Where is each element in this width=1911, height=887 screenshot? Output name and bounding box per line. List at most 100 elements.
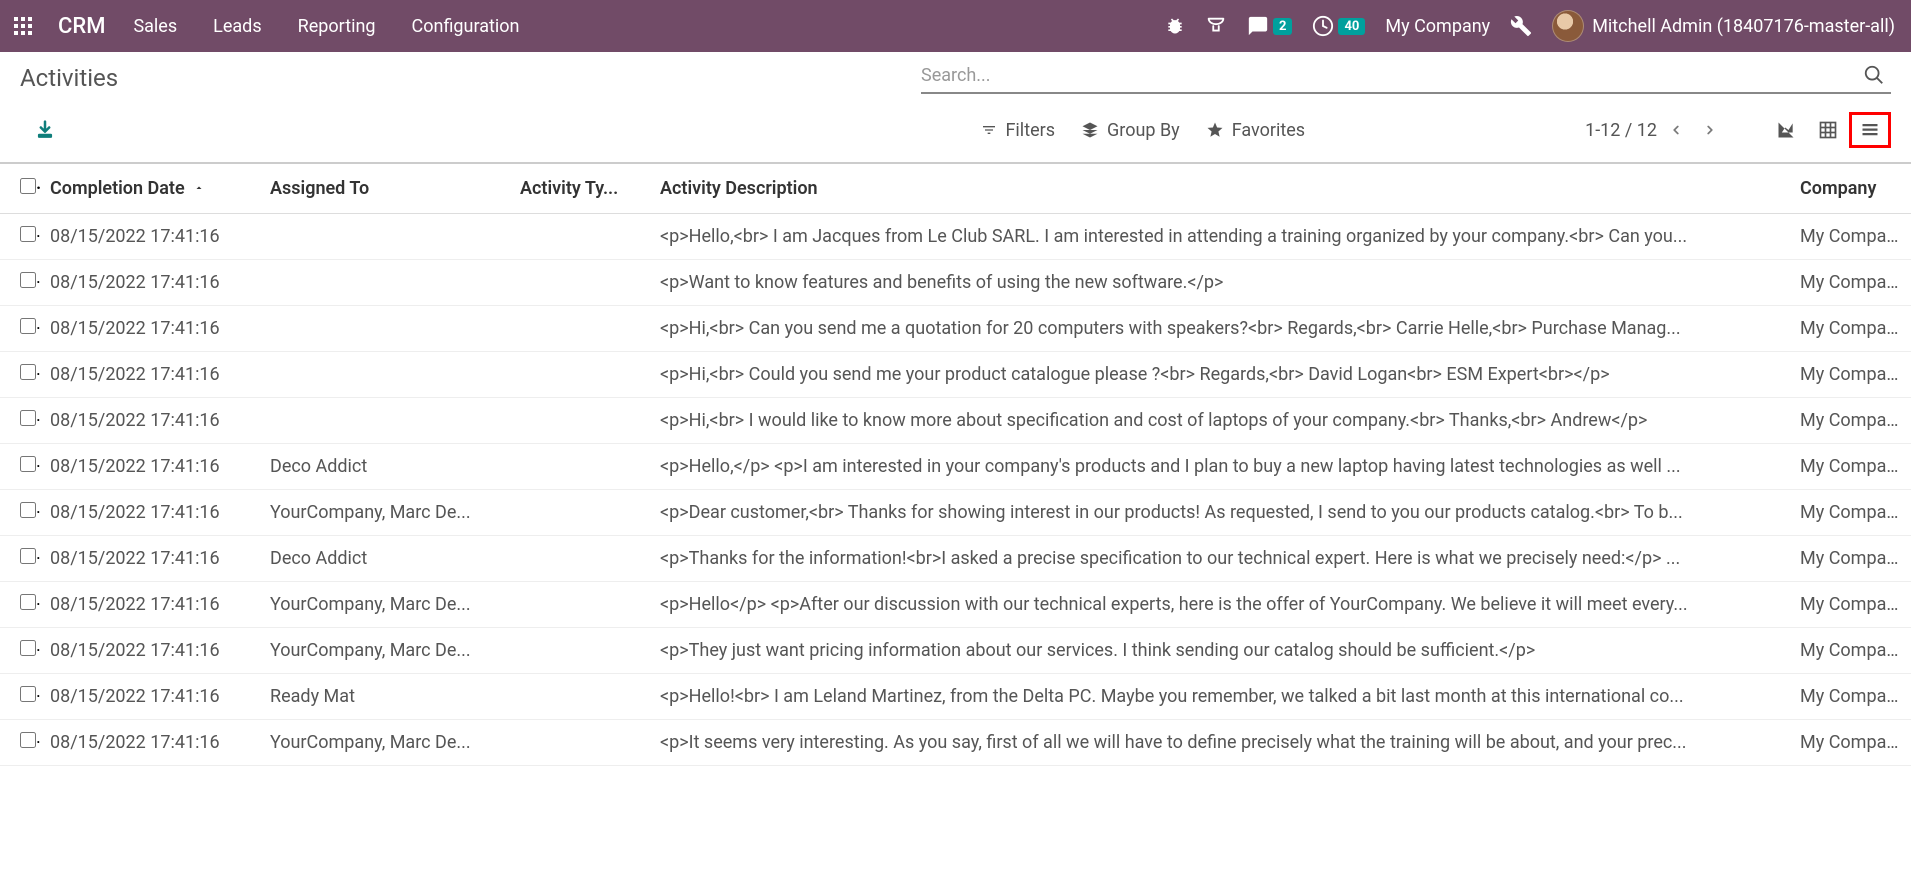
menu-configuration[interactable]: Configuration: [394, 16, 538, 37]
cell-type: [510, 444, 650, 490]
cell-type: [510, 214, 650, 260]
table-row[interactable]: 08/15/2022 17:41:16Deco Addict<p>Thanks …: [0, 536, 1911, 582]
user-name: Mitchell Admin (18407176-master-all): [1592, 16, 1895, 37]
cell-date: 08/15/2022 17:41:16: [40, 214, 260, 260]
view-switcher: [1765, 112, 1891, 148]
cell-company: My Compa...: [1790, 214, 1910, 260]
col-activity-description[interactable]: Activity Description: [650, 163, 1790, 214]
cell-assigned: YourCompany, Marc De...: [260, 720, 510, 766]
cell-company: My Compa...: [1790, 490, 1910, 536]
table-row[interactable]: 08/15/2022 17:41:16YourCompany, Marc De.…: [0, 490, 1911, 536]
menu-leads[interactable]: Leads: [195, 16, 279, 37]
row-checkbox[interactable]: [20, 732, 36, 748]
table-row[interactable]: 08/15/2022 17:41:16YourCompany, Marc De.…: [0, 582, 1911, 628]
cell-desc: <p>It seems very interesting. As you say…: [650, 720, 1790, 766]
cell-assigned: Deco Addict: [260, 536, 510, 582]
cell-assigned: YourCompany, Marc De...: [260, 582, 510, 628]
cell-desc: <p>Hello,</p> <p>I am interested in your…: [650, 444, 1790, 490]
sort-asc-icon: [193, 182, 205, 194]
row-checkbox[interactable]: [20, 226, 36, 242]
row-checkbox[interactable]: [20, 272, 36, 288]
menu-sales[interactable]: Sales: [115, 16, 195, 37]
row-checkbox[interactable]: [20, 686, 36, 702]
apps-icon[interactable]: [6, 9, 40, 43]
row-checkbox[interactable]: [20, 456, 36, 472]
avatar: [1552, 10, 1584, 42]
table-row[interactable]: 08/15/2022 17:41:16<p>Hi,<br> I would li…: [0, 398, 1911, 444]
row-checkbox[interactable]: [20, 594, 36, 610]
row-checkbox[interactable]: [20, 318, 36, 334]
table-header-row: Completion Date Assigned To Activity Ty.…: [0, 163, 1911, 214]
messages-badge: 2: [1273, 18, 1292, 35]
cell-company: My Compa...: [1790, 352, 1910, 398]
cell-desc: <p>They just want pricing information ab…: [650, 628, 1790, 674]
phone-icon[interactable]: [1195, 0, 1237, 52]
pager: 1-12 / 12: [1585, 116, 1725, 144]
row-checkbox[interactable]: [20, 502, 36, 518]
cell-company: My Compa...: [1790, 306, 1910, 352]
cell-assigned: Ready Mat: [260, 674, 510, 720]
user-menu[interactable]: Mitchell Admin (18407176-master-all): [1542, 0, 1905, 52]
page-title: Activities: [20, 58, 118, 98]
table-row[interactable]: 08/15/2022 17:41:16Deco Addict<p>Hello,<…: [0, 444, 1911, 490]
pager-next[interactable]: [1695, 116, 1725, 144]
cell-date: 08/15/2022 17:41:16: [40, 628, 260, 674]
select-all-checkbox[interactable]: [20, 178, 36, 194]
cell-desc: <p>Hi,<br> Could you send me your produc…: [650, 352, 1790, 398]
table-row[interactable]: 08/15/2022 17:41:16 <p>Hello,<br> I am Ja…: [0, 214, 1911, 260]
row-checkbox[interactable]: [20, 364, 36, 380]
col-activity-type[interactable]: Activity Ty...: [510, 163, 650, 214]
menu-reporting[interactable]: Reporting: [280, 16, 394, 37]
search-icon[interactable]: [1857, 64, 1891, 86]
cell-company: My Compa...: [1790, 628, 1910, 674]
cell-desc: <p>Thanks for the information!<br>I aske…: [650, 536, 1790, 582]
cell-type: [510, 628, 650, 674]
company-switcher[interactable]: My Company: [1375, 0, 1500, 52]
cell-company: My Compa...: [1790, 582, 1910, 628]
row-checkbox[interactable]: [20, 548, 36, 564]
row-checkbox[interactable]: [20, 640, 36, 656]
view-graph[interactable]: [1765, 112, 1807, 148]
brand[interactable]: CRM: [48, 14, 115, 39]
col-assigned-to[interactable]: Assigned To: [260, 163, 510, 214]
cell-type: [510, 260, 650, 306]
col-company[interactable]: Company: [1790, 163, 1910, 214]
cell-type: [510, 674, 650, 720]
table-row[interactable]: 08/15/2022 17:41:16YourCompany, Marc De.…: [0, 720, 1911, 766]
messages-icon[interactable]: 2: [1237, 0, 1302, 52]
cell-assigned: YourCompany, Marc De...: [260, 628, 510, 674]
navbar: CRM Sales Leads Reporting Configuration …: [0, 0, 1911, 52]
table-row[interactable]: 08/15/2022 17:41:16<p>Hi,<br> Can you se…: [0, 306, 1911, 352]
cell-type: [510, 306, 650, 352]
cell-date: 08/15/2022 17:41:16: [40, 306, 260, 352]
table-row[interactable]: 08/15/2022 17:41:16<p>Hi,<br> Could you …: [0, 352, 1911, 398]
table-row[interactable]: 08/15/2022 17:41:16YourCompany, Marc De.…: [0, 628, 1911, 674]
cell-company: My Compa...: [1790, 536, 1910, 582]
table-row[interactable]: 08/15/2022 17:41:16Ready Mat<p>Hello!<br…: [0, 674, 1911, 720]
search-input[interactable]: [921, 61, 1857, 90]
cell-assigned: [260, 398, 510, 444]
debug-icon[interactable]: [1155, 0, 1195, 52]
groupby-button[interactable]: Group By: [1081, 120, 1180, 141]
filters-button[interactable]: Filters: [981, 120, 1055, 141]
table-row[interactable]: 08/15/2022 17:41:16<p>Want to know featu…: [0, 260, 1911, 306]
cell-desc: <p>Hello,<br> I am Jacques from Le Club …: [650, 214, 1790, 260]
pager-text[interactable]: 1-12 / 12: [1585, 120, 1657, 141]
cell-date: 08/15/2022 17:41:16: [40, 260, 260, 306]
favorites-button[interactable]: Favorites: [1206, 120, 1305, 141]
cell-company: My Compa...: [1790, 444, 1910, 490]
activities-icon[interactable]: 40: [1302, 0, 1375, 52]
view-pivot[interactable]: [1807, 112, 1849, 148]
view-list[interactable]: [1849, 112, 1891, 148]
pager-prev[interactable]: [1661, 116, 1691, 144]
cell-company: My Compa...: [1790, 674, 1910, 720]
cell-assigned: [260, 352, 510, 398]
col-completion-date[interactable]: Completion Date: [40, 163, 260, 214]
cell-date: 08/15/2022 17:41:16: [40, 490, 260, 536]
row-checkbox[interactable]: [20, 410, 36, 426]
filters-label: Filters: [1005, 120, 1055, 141]
export-button[interactable]: [20, 116, 70, 144]
cell-assigned: [260, 306, 510, 352]
tools-icon[interactable]: [1500, 0, 1542, 52]
search-bar[interactable]: [921, 58, 1891, 94]
